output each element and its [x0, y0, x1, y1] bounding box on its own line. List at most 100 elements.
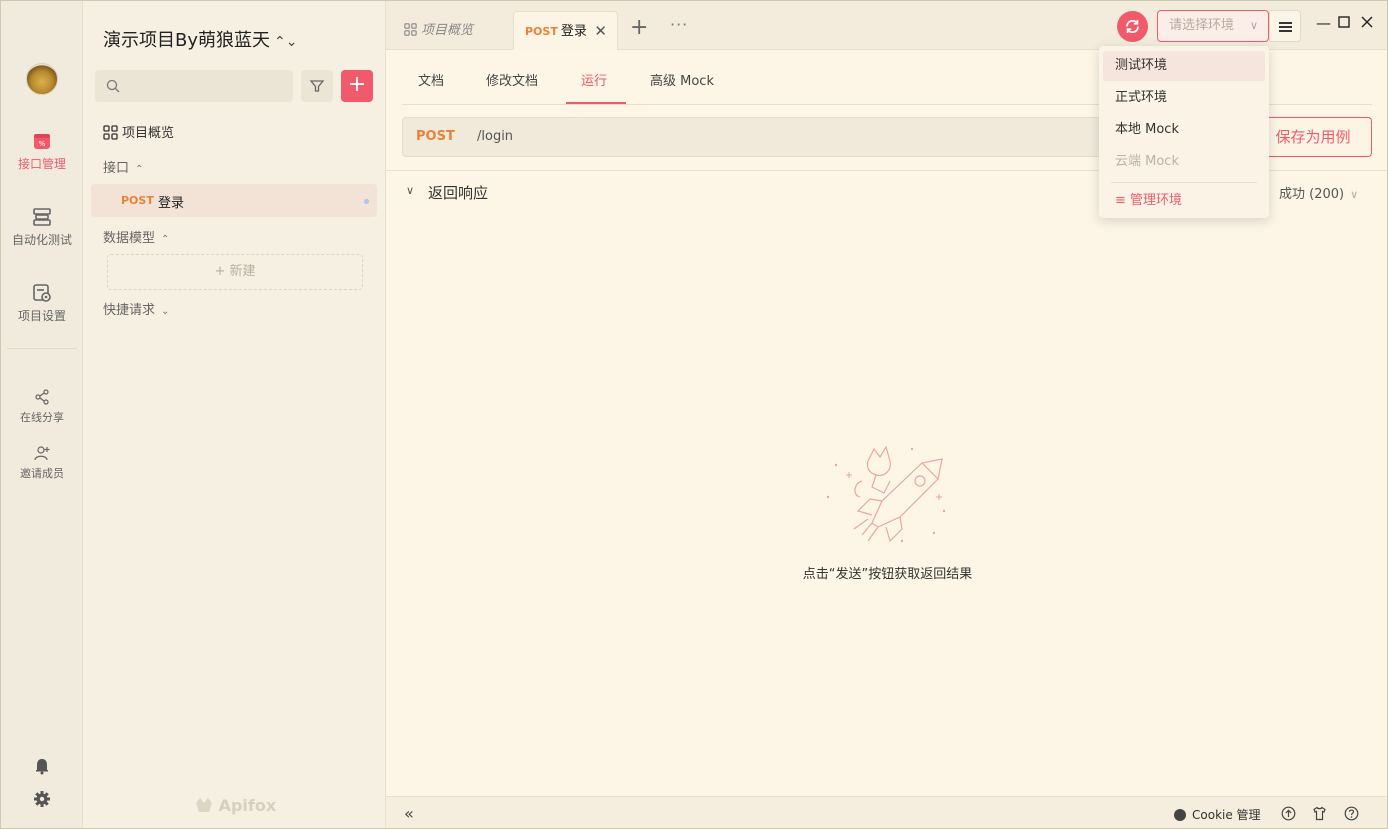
- tree-item-overview[interactable]: 项目概览: [103, 122, 174, 141]
- environment-placeholder: 请选择环境: [1169, 18, 1235, 33]
- close-icon: [1361, 16, 1373, 28]
- status-bar: « Cookie 管理: [386, 796, 1387, 828]
- chevron-up-icon: ⌃: [135, 164, 144, 175]
- add-button[interactable]: +: [341, 70, 373, 102]
- svg-text:%: %: [39, 140, 46, 148]
- new-model-button[interactable]: + 新建: [107, 254, 363, 290]
- manage-environments-button[interactable]: ≡ 管理环境: [1115, 189, 1182, 213]
- tab-run[interactable]: 运行: [581, 70, 607, 89]
- env-option-cloud-mock: 云端 Mock: [1115, 154, 1179, 169]
- collapse-sidebar-icon[interactable]: «: [404, 804, 414, 823]
- sidebar: 演示项目By萌狼蓝天 ⌃⌄ + 项目概览 接口 ⌃ POST 登录 数据模型 ⌃…: [83, 1, 386, 828]
- avatar[interactable]: [26, 63, 58, 95]
- unsaved-dot: [364, 199, 369, 204]
- chevron-down-icon: ∨: [1350, 188, 1359, 201]
- chevron-down-icon: ⌄: [161, 306, 170, 317]
- tree-item-label: 项目概览: [122, 126, 175, 141]
- tab-label: 登录: [560, 24, 587, 39]
- close-icon[interactable]: ✕: [594, 12, 607, 51]
- maximize-icon: [1338, 16, 1350, 28]
- tree-group-models[interactable]: 数据模型 ⌃: [103, 227, 169, 246]
- app-window: % 接口管理 自动化测试 项目设置 在线分享 邀请成员 演示项目By萌狼蓝天 ⌃…: [0, 0, 1388, 829]
- project-selector[interactable]: 演示项目By萌狼蓝天 ⌃⌄: [103, 26, 297, 52]
- tab-login[interactable]: POST 登录 ✕: [513, 11, 618, 50]
- env-option-production[interactable]: 正式环境: [1103, 83, 1265, 113]
- settings-icon[interactable]: [33, 790, 51, 808]
- environment-select[interactable]: 请选择环境 ∨: [1157, 10, 1269, 42]
- brand-logo: Apifox: [195, 796, 276, 815]
- response-status-select[interactable]: 成功 (200) ∨: [1279, 183, 1358, 202]
- bell-icon[interactable]: [33, 757, 51, 775]
- rail-item-invite[interactable]: 邀请成员: [1, 445, 83, 481]
- tree-item-api-login[interactable]: POST 登录: [91, 184, 377, 217]
- tree-group-label: 数据模型: [103, 231, 156, 246]
- rail-item-project-settings[interactable]: 项目设置: [1, 283, 83, 324]
- api-name: 登录: [158, 196, 185, 211]
- search-icon: [106, 79, 120, 93]
- active-tab-indicator: [566, 102, 626, 104]
- shirt-icon[interactable]: [1312, 806, 1327, 821]
- filter-button[interactable]: [301, 70, 333, 102]
- rail-item-label: 接口管理: [17, 157, 66, 171]
- sync-button[interactable]: [1117, 11, 1148, 42]
- upload-icon[interactable]: [1281, 806, 1296, 821]
- hamburger-icon: [1279, 22, 1292, 24]
- api-management-icon: %: [34, 134, 50, 149]
- tree-group-quick-request[interactable]: 快捷请求 ⌄: [103, 299, 169, 318]
- rail-divider: [7, 348, 77, 349]
- apifox-logo-icon: [196, 798, 212, 812]
- share-icon: [35, 389, 49, 405]
- rocket-illustration: [826, 445, 946, 543]
- tab-docs[interactable]: 文档: [418, 70, 444, 89]
- environment-dropdown: 测试环境 正式环境 本地 Mock 云端 Mock ≡ 管理环境: [1099, 46, 1269, 218]
- project-title: 演示项目By萌狼蓝天: [103, 30, 271, 51]
- tree-group-api[interactable]: 接口 ⌃: [103, 157, 143, 176]
- chevron-down-icon[interactable]: ∨: [406, 184, 414, 197]
- request-path[interactable]: /login: [477, 129, 513, 144]
- rail-item-automation-test[interactable]: 自动化测试: [1, 207, 83, 248]
- dropdown-divider: [1111, 182, 1257, 183]
- cookie-icon: [1174, 809, 1186, 821]
- more-tabs-button[interactable]: ···: [670, 15, 688, 34]
- close-window-button[interactable]: [1361, 14, 1373, 32]
- cookie-manager-button[interactable]: Cookie 管理: [1174, 806, 1261, 823]
- tab-overview[interactable]: 项目概览: [404, 11, 473, 50]
- rail-item-label: 项目设置: [17, 309, 66, 323]
- invite-member-icon: [34, 446, 50, 461]
- response-status: 成功 (200): [1279, 187, 1345, 202]
- new-tab-button[interactable]: +: [630, 15, 648, 40]
- chevron-down-icon: ∨: [1249, 19, 1258, 32]
- filter-icon: [309, 80, 325, 92]
- response-title: 返回响应: [428, 184, 489, 202]
- rail-item-label: 自动化测试: [11, 233, 72, 247]
- help-icon[interactable]: [1344, 806, 1359, 821]
- chevron-up-icon: ⌃: [161, 234, 170, 245]
- cookie-label: Cookie 管理: [1192, 808, 1261, 822]
- env-option-local-mock[interactable]: 本地 Mock: [1103, 115, 1265, 145]
- tab-label: 项目概览: [421, 23, 474, 38]
- automation-test-icon: [33, 208, 51, 226]
- project-settings-icon: [33, 284, 51, 302]
- menu-button[interactable]: [1269, 10, 1301, 42]
- minimize-button[interactable]: —: [1316, 14, 1331, 32]
- chevron-updown-icon: ⌃⌄: [274, 34, 298, 50]
- maximize-button[interactable]: [1338, 14, 1350, 32]
- grid-icon: [103, 125, 118, 140]
- rail-item-label: 在线分享: [20, 411, 64, 424]
- rail-item-api-management[interactable]: % 接口管理: [1, 131, 83, 172]
- save-as-case-button[interactable]: 保存为用例: [1254, 117, 1372, 157]
- tab-bar: 项目概览 POST 登录 ✕ + ··· 请选择环境 ∨ —: [386, 1, 1387, 50]
- rail-item-share[interactable]: 在线分享: [1, 389, 83, 425]
- request-method[interactable]: POST: [416, 129, 455, 144]
- brand-name: Apifox: [218, 796, 277, 815]
- empty-response-text: 点击“发送”按钮获取返回结果: [802, 567, 973, 582]
- tab-advanced-mock[interactable]: 高级 Mock: [650, 70, 714, 89]
- left-rail: % 接口管理 自动化测试 项目设置 在线分享 邀请成员: [1, 1, 83, 828]
- tree-group-label: 快捷请求: [103, 303, 156, 318]
- env-option-test[interactable]: 测试环境: [1103, 51, 1265, 81]
- method-badge: POST: [121, 194, 154, 207]
- tree-group-label: 接口: [103, 161, 130, 176]
- search-input[interactable]: [95, 70, 293, 102]
- refresh-icon: [1126, 19, 1139, 34]
- tab-edit-docs[interactable]: 修改文档: [486, 70, 538, 89]
